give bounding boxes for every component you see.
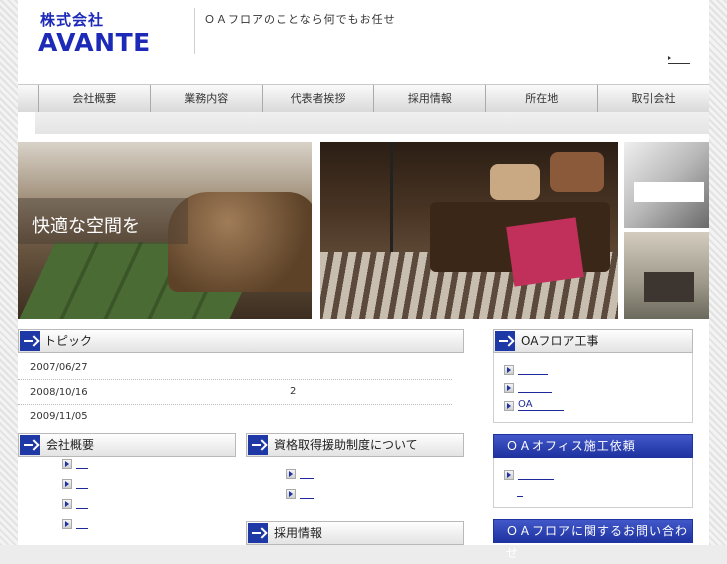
arrow-right-icon	[62, 458, 72, 469]
hero-pink-throw	[506, 217, 584, 287]
arrow-right-icon	[62, 518, 72, 529]
arrow-right-icon	[286, 468, 296, 479]
page-container: 株式会社 AVANTE ＯＡフロアのことなら何でもお任せ 会社概要 業務内容 代…	[18, 0, 709, 560]
arrow-right-icon	[20, 331, 40, 351]
office-order-title: ＯＡオフィス施工依頼	[506, 439, 636, 453]
topic-date: 2007/06/27	[30, 362, 88, 373]
topics-title: トピック	[44, 334, 93, 348]
right-background-stripe	[709, 0, 727, 545]
recruit-header: 採用情報	[246, 521, 464, 545]
office-order-link[interactable]	[517, 486, 523, 498]
oafloor-title: OAフロア工事	[521, 334, 599, 348]
arrow-right-icon	[504, 364, 514, 375]
hero-pillow	[490, 164, 540, 200]
nav-item-clients[interactable]: 取引会社	[598, 85, 709, 112]
oafloor-link[interactable]	[504, 364, 548, 376]
arrow-right-icon	[286, 488, 296, 499]
hero-caption: 快適な空間を	[32, 216, 140, 237]
arrow-right-icon	[62, 498, 72, 509]
main-nav: 会社概要 業務内容 代表者挨拶 採用情報 所在地 取引会社	[18, 84, 709, 113]
nav-item-business[interactable]: 業務内容	[151, 85, 263, 112]
office-order-link[interactable]	[504, 469, 554, 481]
hero-table	[644, 272, 694, 302]
arrow-right-icon	[248, 523, 268, 543]
recruit-title: 採用情報	[274, 526, 323, 540]
arrow-right-icon	[504, 382, 514, 393]
company-title: 会社概要	[46, 438, 95, 452]
hero-pillow	[550, 152, 604, 192]
oafloor-link[interactable]: OA	[504, 400, 564, 412]
header-tagline: ＯＡフロアのことなら何でもお任せ	[204, 13, 396, 26]
topic-divider	[18, 404, 452, 405]
hero-image-sofa	[320, 142, 618, 319]
topic-date: 2009/11/05	[30, 411, 88, 422]
nav-item-recruit[interactable]: 採用情報	[374, 85, 487, 112]
company-link[interactable]	[62, 498, 88, 510]
logo[interactable]: AVANTE	[38, 28, 151, 57]
arrow-right-icon	[62, 478, 72, 489]
hero-desk	[634, 182, 704, 202]
contact-header[interactable]: ＯＡフロアに関するお問い合わせ	[493, 519, 693, 560]
hero-image-living-room: 快適な空間を	[18, 142, 312, 319]
qualification-link[interactable]	[286, 468, 314, 480]
oafloor-header: OAフロア工事	[493, 329, 693, 353]
office-order-header[interactable]: ＯＡオフィス施工依頼	[493, 434, 693, 458]
hero-sofa	[168, 192, 312, 292]
arrow-right-icon	[495, 331, 515, 351]
header-corner-link[interactable]	[668, 52, 690, 64]
company-link[interactable]	[62, 518, 88, 530]
qualification-title: 資格取得援助制度について	[274, 438, 418, 452]
nav-spacer	[18, 85, 39, 112]
topics-header: トピック	[18, 329, 464, 353]
contact-title: ＯＡフロアに関するお問い合わせ	[506, 524, 689, 560]
arrow-right-icon	[20, 435, 40, 455]
hero-thumb-room	[624, 232, 709, 319]
oafloor-link[interactable]	[504, 382, 552, 394]
header-divider	[194, 8, 195, 54]
nav-item-company[interactable]: 会社概要	[39, 85, 151, 112]
arrow-right-icon	[504, 400, 514, 411]
qualification-header: 資格取得援助制度について	[246, 433, 464, 457]
subbar-notch	[18, 112, 35, 134]
nav-subbar	[18, 112, 709, 134]
hero-thumb-office	[624, 142, 709, 228]
company-header: 会社概要	[18, 433, 236, 457]
nav-item-greeting[interactable]: 代表者挨拶	[263, 85, 375, 112]
arrow-right-icon	[248, 435, 268, 455]
company-link[interactable]	[62, 458, 88, 470]
topic-text[interactable]: 2	[290, 386, 296, 397]
logo-company-prefix[interactable]: 株式会社	[40, 9, 104, 30]
qualification-link[interactable]	[286, 488, 314, 500]
company-link[interactable]	[62, 478, 88, 490]
arrow-right-icon	[504, 469, 514, 480]
topic-divider	[18, 379, 452, 380]
topic-date: 2008/10/16	[30, 387, 88, 398]
left-background-stripe	[0, 0, 18, 545]
nav-item-location[interactable]: 所在地	[486, 85, 599, 112]
